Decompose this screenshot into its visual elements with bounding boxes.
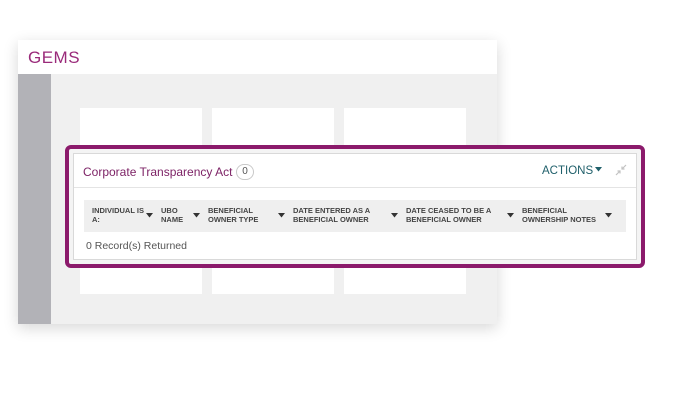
- collapse-arrows-icon[interactable]: [615, 164, 627, 176]
- count-badge: 0: [236, 164, 254, 180]
- highlight-frame: Corporate Transparency Act 0 ACTIONS IND…: [65, 145, 645, 268]
- column-header-date-entered[interactable]: DATE ENTERED AS A BENEFICIAL OWNER: [293, 206, 389, 224]
- placeholder-card: [80, 266, 202, 294]
- sort-caret-icon[interactable]: [193, 213, 200, 218]
- screenshot-stage: GEMS Corporate Transparency Act 0 ACTION…: [0, 0, 682, 412]
- sort-caret-icon[interactable]: [146, 213, 153, 218]
- sort-caret-icon[interactable]: [391, 213, 398, 218]
- column-header-individual[interactable]: INDIVIDUAL IS A:: [92, 206, 144, 224]
- sort-caret-icon[interactable]: [278, 213, 285, 218]
- widget-title: Corporate Transparency Act: [83, 165, 233, 179]
- column-header-ubo-name[interactable]: UBO NAME: [161, 206, 189, 224]
- app-topbar: GEMS: [18, 40, 497, 74]
- actions-button[interactable]: ACTIONS: [542, 165, 593, 177]
- corporate-transparency-widget: Corporate Transparency Act 0 ACTIONS IND…: [73, 153, 637, 260]
- widget-header: Corporate Transparency Act 0 ACTIONS: [74, 154, 636, 188]
- placeholder-card: [212, 266, 334, 294]
- records-returned-text: 0 Record(s) Returned: [86, 240, 187, 252]
- placeholder-card: [212, 108, 334, 150]
- gems-logo[interactable]: GEMS: [28, 48, 80, 68]
- sort-caret-icon[interactable]: [605, 213, 612, 218]
- app-sidebar: [18, 74, 51, 324]
- placeholder-card: [80, 108, 202, 150]
- sort-caret-icon[interactable]: [507, 213, 514, 218]
- column-header-ownership-notes[interactable]: BENEFICIAL OWNERSHIP NOTES: [522, 206, 604, 224]
- caret-down-icon[interactable]: [595, 167, 602, 172]
- column-header-owner-type[interactable]: BENEFICIAL OWNER TYPE: [208, 206, 272, 224]
- column-header-date-ceased[interactable]: DATE CEASED TO BE A BENEFICIAL OWNER: [406, 206, 502, 224]
- table-header: INDIVIDUAL IS A: UBO NAME BENEFICIAL OWN…: [84, 200, 626, 232]
- placeholder-card: [344, 266, 466, 294]
- placeholder-card: [344, 108, 466, 150]
